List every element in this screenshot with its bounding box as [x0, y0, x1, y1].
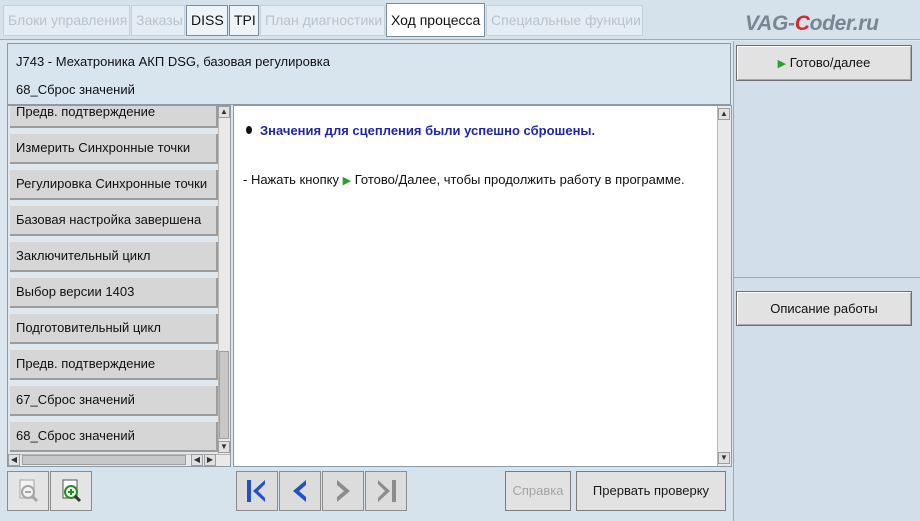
list-item[interactable]: 67_Сброс значений	[10, 386, 218, 416]
hscrollbar-thumb[interactable]	[22, 455, 186, 465]
skip-to-first-icon	[247, 480, 265, 502]
right-panel: ▶ Готово/далее Описание работы	[733, 41, 920, 521]
help-button[interactable]: Справка	[505, 471, 571, 511]
tab-control-units[interactable]: Блоки управления	[3, 5, 130, 36]
tab-tpi[interactable]: TPI	[229, 5, 259, 36]
scrollbar-thumb[interactable]	[219, 351, 229, 439]
scroll-up-arrow-icon[interactable]: ▲	[718, 108, 730, 120]
watermark-logo: VAG-Coder.ru	[745, 12, 879, 35]
list-item[interactable]: Базовая настройка завершена	[10, 206, 218, 236]
list-item[interactable]: Предв. подтверждение	[10, 350, 218, 380]
scroll-down-arrow-icon[interactable]: ▼	[218, 441, 230, 453]
panel-divider	[734, 277, 920, 278]
list-item[interactable]: Выбор версии 1403	[10, 278, 218, 308]
scroll-down-arrow-icon[interactable]: ▼	[718, 452, 730, 464]
done-next-button[interactable]: ▶ Готово/далее	[736, 45, 912, 81]
message-title: Значения для сцепления были успешно сбро…	[260, 123, 596, 138]
step-list-vertical-scrollbar[interactable]: ▲ ▼	[218, 106, 230, 454]
tab-orders[interactable]: Заказы	[131, 5, 185, 36]
scroll-right-arrow-icon[interactable]: ▶	[204, 454, 216, 466]
message-scrollbar[interactable]: ▲ ▼	[717, 106, 731, 466]
list-item[interactable]: Измерить Синхронные точки	[10, 134, 218, 164]
last-step-button[interactable]	[365, 471, 407, 511]
list-item[interactable]: Заключительный цикл	[10, 242, 218, 272]
scroll-left-arrow-icon[interactable]: ◀	[8, 454, 20, 466]
header-info-panel: J743 - Мехатроника АКП DSG, базовая регу…	[7, 43, 731, 105]
play-icon: ▶	[777, 58, 787, 70]
chevron-right-icon	[337, 480, 350, 502]
zoom-out-icon[interactable]	[7, 471, 49, 511]
step-list: Предв. подтверждение Измерить Синхронные…	[7, 105, 231, 467]
list-item[interactable]: Подготовительный цикл	[10, 314, 218, 344]
first-step-button[interactable]	[236, 471, 278, 511]
bullet-icon	[246, 126, 252, 134]
message-body: - Нажать кнопку ▶ Готово/Далее, чтобы пр…	[243, 172, 685, 187]
tab-process-progress[interactable]: Ход процесса	[386, 3, 485, 37]
play-icon: ▶	[342, 175, 352, 187]
abort-test-button[interactable]: Прервать проверку	[576, 471, 726, 511]
list-item[interactable]: Предв. подтверждение	[10, 106, 218, 128]
work-description-button[interactable]: Описание работы	[736, 291, 912, 326]
chevron-left-icon	[293, 480, 306, 502]
current-step-title: 68_Сброс значений	[16, 82, 135, 97]
tab-diss[interactable]: DISS	[186, 5, 228, 36]
scroll-left-arrow-icon[interactable]: ◀	[191, 454, 203, 466]
scroll-up-arrow-icon[interactable]: ▲	[218, 106, 230, 118]
step-list-horizontal-scrollbar[interactable]: ◀ ◀ ▶	[8, 454, 230, 466]
list-item[interactable]: Регулировка Синхронные точки	[10, 170, 218, 200]
list-item-current[interactable]: 68_Сброс значений	[10, 422, 218, 452]
skip-to-last-icon	[378, 480, 396, 502]
previous-step-button[interactable]	[279, 471, 321, 511]
tab-special-functions[interactable]: Специальные функции	[486, 5, 643, 36]
zoom-in-icon[interactable]	[50, 471, 92, 511]
tab-bar: Блоки управления Заказы DISS TPI План ди…	[0, 0, 920, 40]
message-panel: Значения для сцепления были успешно сбро…	[233, 105, 732, 467]
next-step-button[interactable]	[322, 471, 364, 511]
control-unit-title: J743 - Мехатроника АКП DSG, базовая регу…	[16, 54, 330, 69]
tab-diagnostic-plan[interactable]: План диагностики	[260, 5, 385, 36]
